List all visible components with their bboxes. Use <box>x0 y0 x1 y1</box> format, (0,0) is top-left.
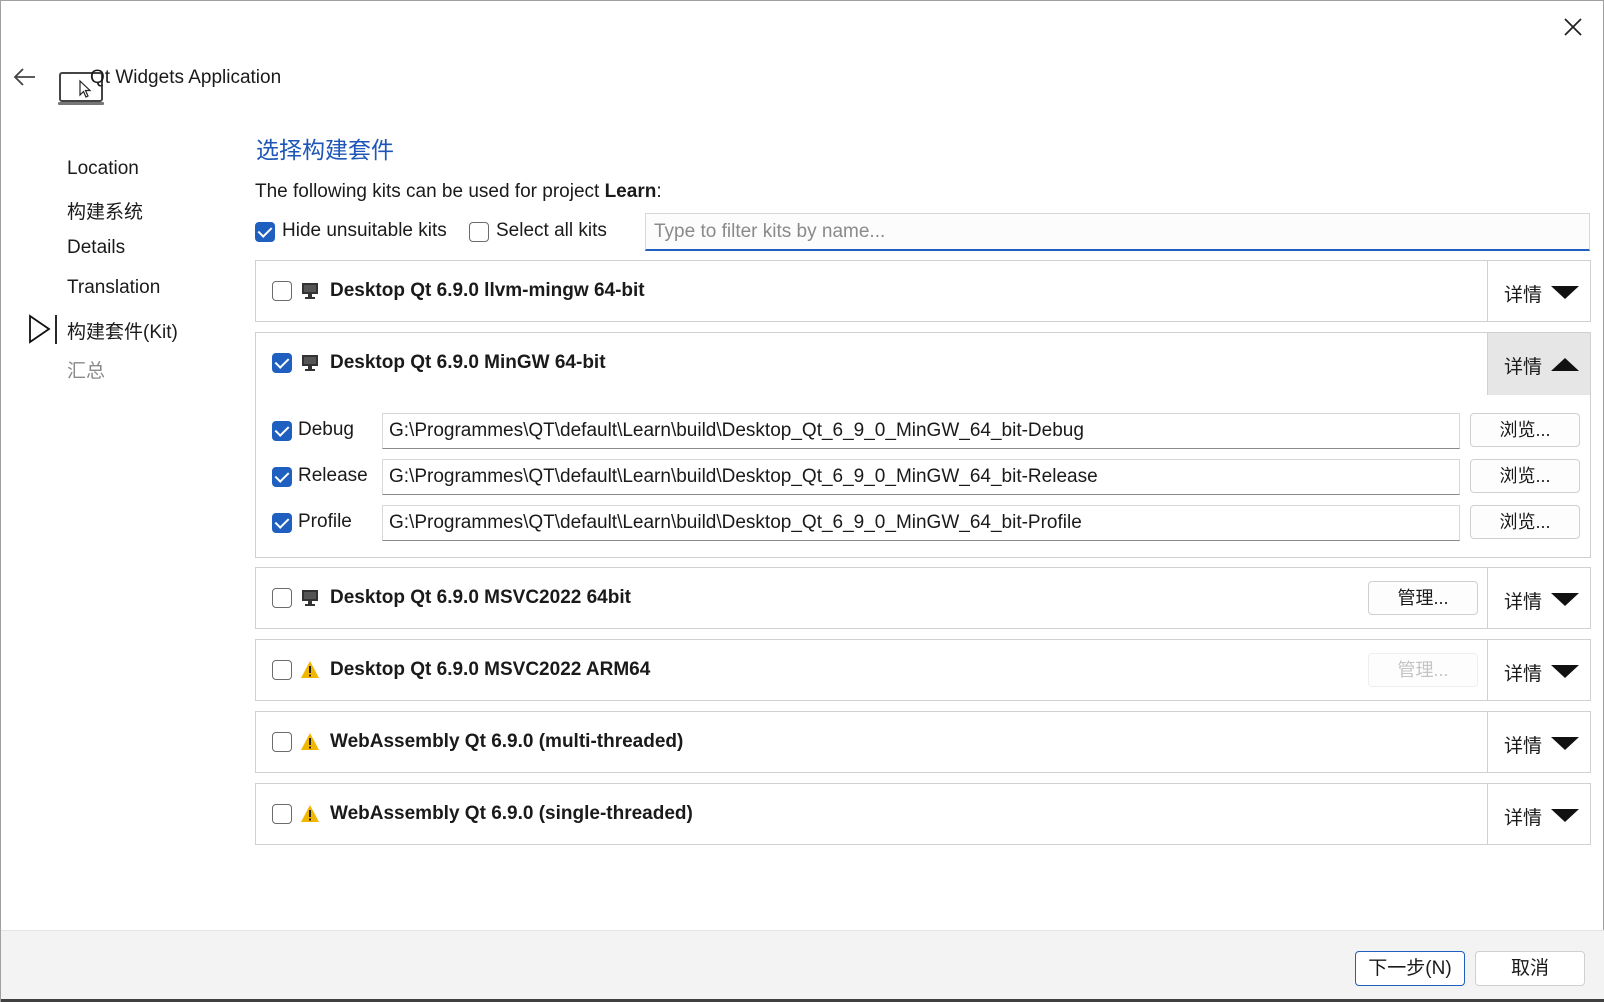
debug-path-field[interactable]: G:\Programmes\QT\default\Learn\build\Des… <box>382 413 1460 449</box>
details-label: 详情 <box>1504 664 1543 685</box>
details-label: 详情 <box>1504 736 1543 757</box>
kit-row: WebAssembly Qt 6.9.0 (single-threaded) 详… <box>255 783 1591 845</box>
hide-unsuitable-checkbox[interactable] <box>255 222 275 242</box>
chevron-down-icon <box>1551 593 1579 606</box>
chevron-down-icon <box>1551 809 1579 822</box>
warning-icon <box>301 805 319 822</box>
details-toggle[interactable]: 详情 <box>1487 261 1590 321</box>
kit-name: Desktop Qt 6.9.0 llvm-mingw 64-bit <box>330 280 645 301</box>
chevron-down-icon <box>1551 286 1579 299</box>
step-translation: Translation <box>67 277 161 298</box>
release-path-field[interactable]: G:\Programmes\QT\default\Learn\build\Des… <box>382 459 1460 495</box>
chevron-down-icon <box>1551 665 1579 678</box>
next-button[interactable]: 下一步(N) <box>1355 951 1465 986</box>
debug-checkbox[interactable] <box>272 421 292 441</box>
kit-name: Desktop Qt 6.9.0 MSVC2022 ARM64 <box>330 659 651 680</box>
kit-row: Desktop Qt 6.9.0 MSVC2022 ARM64 管理... 详情 <box>255 639 1591 701</box>
browse-release-button[interactable]: 浏览... <box>1470 459 1580 493</box>
current-step-icon <box>27 313 61 347</box>
kit-checkbox[interactable] <box>272 353 292 373</box>
details-label: 详情 <box>1504 357 1543 378</box>
chevron-down-icon <box>1551 737 1579 750</box>
chevron-up-icon <box>1551 358 1579 371</box>
select-all-label: Select all kits <box>496 220 607 241</box>
details-label: 详情 <box>1504 285 1543 306</box>
kit-checkbox[interactable] <box>272 281 292 301</box>
close-icon <box>1564 18 1582 36</box>
kit-row-expanded: Desktop Qt 6.9.0 MinGW 64-bit 详情 Debug G… <box>255 332 1591 558</box>
kit-checkbox[interactable] <box>272 660 292 680</box>
wizard-footer: 下一步(N) 取消 <box>1 930 1604 1002</box>
manage-button-disabled: 管理... <box>1368 653 1478 687</box>
details-label: 详情 <box>1504 808 1543 829</box>
kit-row: WebAssembly Qt 6.9.0 (multi-threaded) 详情 <box>255 711 1591 773</box>
wizard-window: Qt Widgets Application Location 构建系统 Det… <box>0 0 1604 1002</box>
manage-button[interactable]: 管理... <box>1368 581 1478 615</box>
description-suffix: : <box>656 181 662 202</box>
details-toggle[interactable]: 详情 <box>1487 568 1590 628</box>
profile-path-field[interactable]: G:\Programmes\QT\default\Learn\build\Des… <box>382 505 1460 541</box>
kit-row: Desktop Qt 6.9.0 llvm-mingw 64-bit 详情 <box>255 260 1591 322</box>
back-arrow-icon <box>13 68 35 86</box>
profile-checkbox[interactable] <box>272 513 292 533</box>
kit-name: Desktop Qt 6.9.0 MinGW 64-bit <box>330 352 606 373</box>
page-description: The following kits can be used for proje… <box>255 181 662 203</box>
monitor-icon <box>302 355 318 371</box>
description-text: The following kits can be used for proje… <box>255 181 605 202</box>
warning-icon <box>301 733 319 750</box>
kit-checkbox[interactable] <box>272 588 292 608</box>
kit-name: WebAssembly Qt 6.9.0 (multi-threaded) <box>330 731 684 752</box>
details-label: 详情 <box>1504 592 1543 613</box>
step-location: Location <box>67 158 139 179</box>
step-build-system: 构建系统 <box>67 202 144 223</box>
page-title: 选择构建套件 <box>256 137 394 163</box>
cancel-button[interactable]: 取消 <box>1475 951 1585 986</box>
back-button[interactable] <box>11 63 39 91</box>
step-details: Details <box>67 237 126 258</box>
monitor-icon <box>302 283 318 299</box>
step-kits: 构建套件(Kit) <box>67 322 178 343</box>
browse-debug-button[interactable]: 浏览... <box>1470 413 1580 447</box>
step-summary: 汇总 <box>67 361 106 382</box>
release-checkbox[interactable] <box>272 467 292 487</box>
details-toggle[interactable]: 详情 <box>1487 784 1590 844</box>
kit-row: Desktop Qt 6.9.0 MSVC2022 64bit 管理... 详情 <box>255 567 1591 629</box>
details-toggle[interactable]: 详情 <box>1487 640 1590 700</box>
release-label: Release <box>298 465 368 486</box>
select-all-checkbox[interactable] <box>469 222 489 242</box>
monitor-icon <box>302 590 318 606</box>
project-name: Learn <box>604 181 657 202</box>
browse-profile-button[interactable]: 浏览... <box>1470 505 1580 539</box>
warning-icon <box>301 661 319 678</box>
details-toggle[interactable]: 详情 <box>1487 712 1590 772</box>
profile-label: Profile <box>298 511 352 532</box>
details-toggle[interactable]: 详情 <box>1487 333 1590 395</box>
hide-unsuitable-label: Hide unsuitable kits <box>282 220 447 241</box>
kit-name: Desktop Qt 6.9.0 MSVC2022 64bit <box>330 587 631 608</box>
debug-label: Debug <box>298 419 354 440</box>
kit-filter-input[interactable] <box>645 213 1590 251</box>
window-title: Qt Widgets Application <box>90 67 282 88</box>
kit-checkbox[interactable] <box>272 804 292 824</box>
close-button[interactable] <box>1557 11 1589 43</box>
kit-checkbox[interactable] <box>272 732 292 752</box>
kit-name: WebAssembly Qt 6.9.0 (single-threaded) <box>330 803 693 824</box>
